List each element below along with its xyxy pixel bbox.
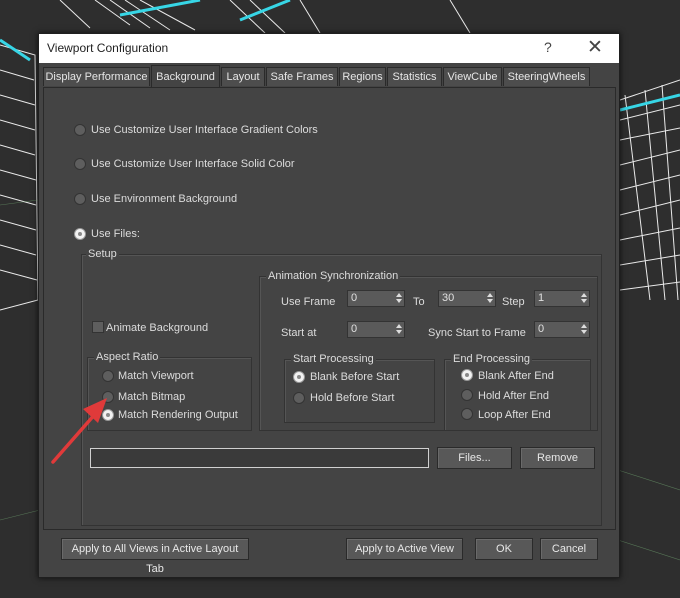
radio-solid-color[interactable] [74, 158, 86, 170]
radio-environment-background-label: Use Environment Background [91, 193, 238, 205]
spinner-arrows-icon[interactable] [396, 323, 402, 335]
tab-safe-frames[interactable]: Safe Frames [266, 67, 338, 86]
setup-group-title: Setup [86, 248, 119, 260]
radio-match-bitmap[interactable] [102, 391, 114, 403]
step-label: Step [502, 296, 525, 308]
radio-hold-after-end[interactable] [461, 389, 473, 401]
start-at-spinner[interactable]: 0 [347, 321, 405, 338]
background-tab-panel: Use Customize User Interface Gradient Co… [43, 87, 616, 530]
to-frame-spinner[interactable]: 30 [438, 290, 496, 307]
radio-solid-color-label: Use Customize User Interface Solid Color [91, 158, 295, 170]
animate-background-checkbox[interactable] [92, 321, 104, 333]
setup-group: Setup Animate Background Aspect Ratio Ma… [81, 248, 602, 526]
remove-button[interactable]: Remove [520, 447, 595, 469]
start-at-label: Start at [281, 327, 317, 339]
close-button[interactable]: ✕ [587, 36, 603, 59]
to-frame-value: 30 [442, 292, 455, 304]
tab-display-performance[interactable]: Display Performance [43, 67, 150, 86]
cancel-button[interactable]: Cancel [540, 538, 598, 560]
title-bar[interactable]: Viewport Configuration ? ✕ [39, 34, 619, 63]
aspect-ratio-group: Aspect Ratio Match Viewport Match Bitmap… [87, 351, 252, 431]
end-processing-group: End Processing Blank After End Hold Afte… [444, 353, 591, 431]
radio-hold-before-start[interactable] [293, 392, 305, 404]
radio-blank-before-start-label: Blank Before Start [310, 371, 400, 383]
radio-blank-after-end[interactable] [461, 369, 473, 381]
apply-all-views-button[interactable]: Apply to All Views in Active Layout Tab [61, 538, 249, 575]
use-frame-label: Use Frame [281, 296, 336, 308]
sync-start-spinner[interactable]: 0 [534, 321, 590, 338]
radio-use-files[interactable] [74, 228, 86, 240]
aspect-ratio-title: Aspect Ratio [94, 351, 161, 363]
tab-viewcube[interactable]: ViewCube [443, 67, 502, 86]
radio-hold-after-end-label: Hold After End [478, 390, 549, 402]
radio-blank-after-end-label: Blank After End [478, 370, 554, 382]
radio-loop-after-end-label: Loop After End [478, 409, 551, 421]
spinner-arrows-icon[interactable] [581, 292, 587, 304]
radio-gradient-colors[interactable] [74, 124, 86, 136]
spinner-arrows-icon[interactable] [487, 292, 493, 304]
window-title: Viewport Configuration [47, 41, 169, 55]
use-frame-value: 0 [351, 292, 358, 304]
file-path-field[interactable] [90, 448, 429, 468]
tab-statistics[interactable]: Statistics [387, 67, 442, 86]
end-processing-title: End Processing [451, 353, 533, 365]
ok-button[interactable]: OK [475, 538, 533, 560]
radio-environment-background[interactable] [74, 193, 86, 205]
apply-active-view-button[interactable]: Apply to Active View [346, 538, 463, 560]
sync-start-label: Sync Start to Frame [428, 327, 526, 339]
step-value: 1 [538, 292, 545, 304]
spinner-arrows-icon[interactable] [396, 292, 402, 304]
start-at-value: 0 [351, 323, 358, 335]
radio-match-bitmap-label: Match Bitmap [118, 391, 186, 403]
viewport-configuration-dialog: Viewport Configuration ? ✕ Display Perfo… [38, 33, 620, 578]
tab-regions[interactable]: Regions [339, 67, 386, 86]
radio-gradient-colors-label: Use Customize User Interface Gradient Co… [91, 124, 318, 136]
radio-loop-after-end[interactable] [461, 408, 473, 420]
radio-use-files-label: Use Files: [91, 228, 140, 240]
radio-blank-before-start[interactable] [293, 371, 305, 383]
tab-background[interactable]: Background [151, 65, 220, 87]
radio-match-viewport[interactable] [102, 370, 114, 382]
spinner-arrows-icon[interactable] [581, 323, 587, 335]
radio-match-viewport-label: Match Viewport [118, 370, 194, 382]
animate-background-label: Animate Background [106, 322, 209, 334]
to-label: To [413, 296, 425, 308]
tab-steeringwheels[interactable]: SteeringWheels [503, 67, 590, 86]
radio-match-rendering-output[interactable] [102, 409, 114, 421]
radio-hold-before-start-label: Hold Before Start [310, 392, 395, 404]
step-spinner[interactable]: 1 [534, 290, 590, 307]
start-processing-title: Start Processing [291, 353, 376, 365]
animation-sync-group: Animation Synchronization Use Frame 0 To… [259, 270, 598, 431]
animation-sync-title: Animation Synchronization [266, 270, 401, 282]
radio-match-rendering-output-label: Match Rendering Output [118, 409, 238, 421]
files-button[interactable]: Files... [437, 447, 512, 469]
help-button[interactable]: ? [544, 39, 552, 55]
tab-layout[interactable]: Layout [221, 67, 265, 86]
start-processing-group: Start Processing Blank Before Start Hold… [284, 353, 435, 423]
use-frame-spinner[interactable]: 0 [347, 290, 405, 307]
sync-start-value: 0 [538, 323, 545, 335]
